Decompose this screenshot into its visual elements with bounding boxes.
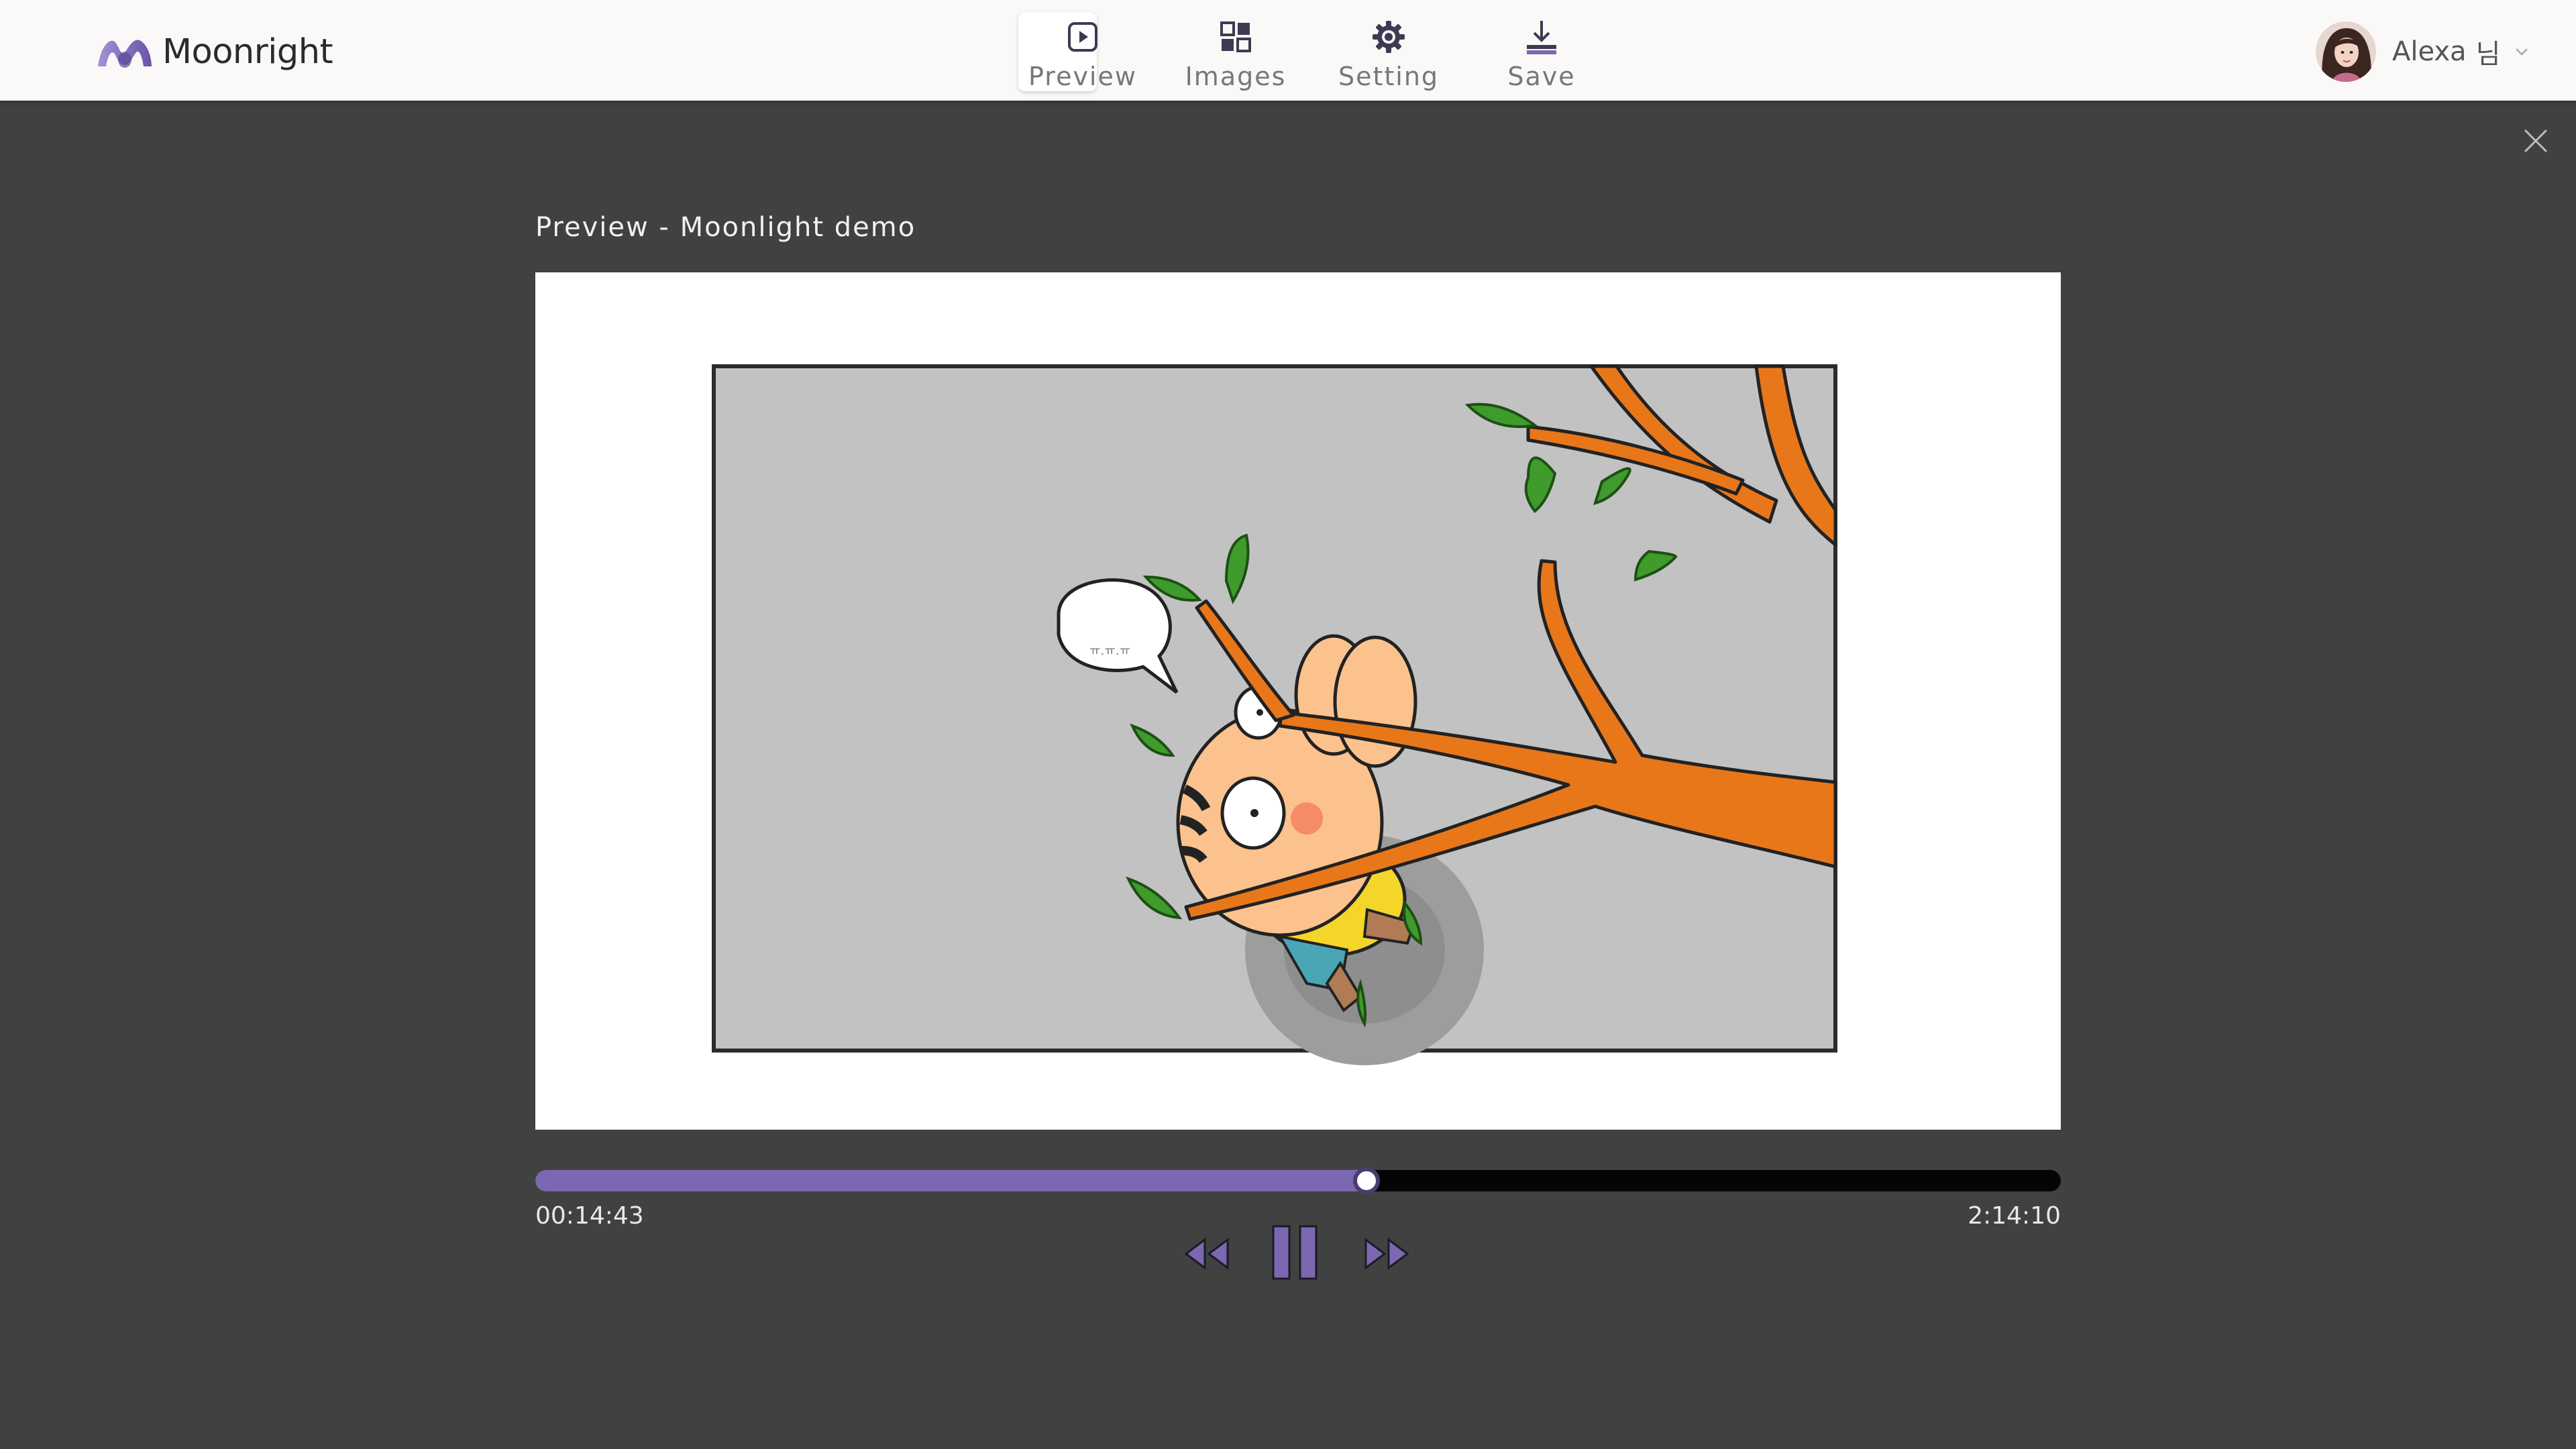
user-honorific: 님 (2475, 39, 2501, 70)
app-name: Moonright (162, 32, 333, 72)
top-bar: Moonright Preview Images Setting Save Al… (0, 0, 2576, 101)
nav-preview-label: Preview (1028, 62, 1137, 91)
playback-controls (1174, 1222, 1429, 1283)
nav-images[interactable]: Images (1159, 9, 1312, 91)
pause-button[interactable] (1268, 1222, 1322, 1283)
preview-title: Preview - Moonlight demo (535, 212, 916, 243)
fast-forward-icon (1360, 1236, 1414, 1272)
download-icon (1521, 17, 1562, 56)
nav-setting[interactable]: Setting (1312, 9, 1465, 91)
nav-preview[interactable]: Preview (1006, 9, 1159, 91)
nav-save-label: Save (1507, 62, 1576, 91)
pause-icon (1268, 1222, 1322, 1283)
speech-bubble-text: ㅠ.ㅠ.ㅠ (1089, 644, 1130, 658)
main-nav: Preview Images Setting Save (1006, 9, 1618, 91)
close-icon (2522, 127, 2549, 154)
avatar (2316, 21, 2376, 82)
app-logo[interactable]: Moonright (95, 32, 333, 72)
user-name: Alexa (2392, 36, 2467, 67)
rewind-button[interactable] (1179, 1236, 1233, 1272)
progress-bar[interactable] (535, 1167, 2061, 1194)
preview-viewer: ㅠ.ㅠ.ㅠ (535, 272, 2061, 1130)
nav-setting-label: Setting (1338, 62, 1440, 91)
moonright-logo-icon (95, 33, 154, 70)
fast-forward-button[interactable] (1360, 1236, 1414, 1272)
total-time: 2:14:10 (1968, 1202, 2061, 1230)
progress-knob[interactable] (1353, 1167, 1381, 1194)
nav-images-label: Images (1185, 62, 1287, 91)
gear-icon (1368, 17, 1409, 56)
play-square-icon (1063, 17, 1103, 56)
chevron-down-icon (2514, 44, 2530, 60)
close-button[interactable] (2522, 127, 2549, 154)
current-time: 00:14:43 (535, 1202, 644, 1230)
progress-played (535, 1170, 1367, 1191)
rewind-icon (1179, 1236, 1233, 1272)
grid-icon (1216, 17, 1256, 56)
nav-save[interactable]: Save (1465, 9, 1618, 91)
user-menu[interactable]: Alexa 님 (2316, 21, 2530, 82)
preview-frame-image: ㅠ.ㅠ.ㅠ (712, 364, 1837, 1065)
